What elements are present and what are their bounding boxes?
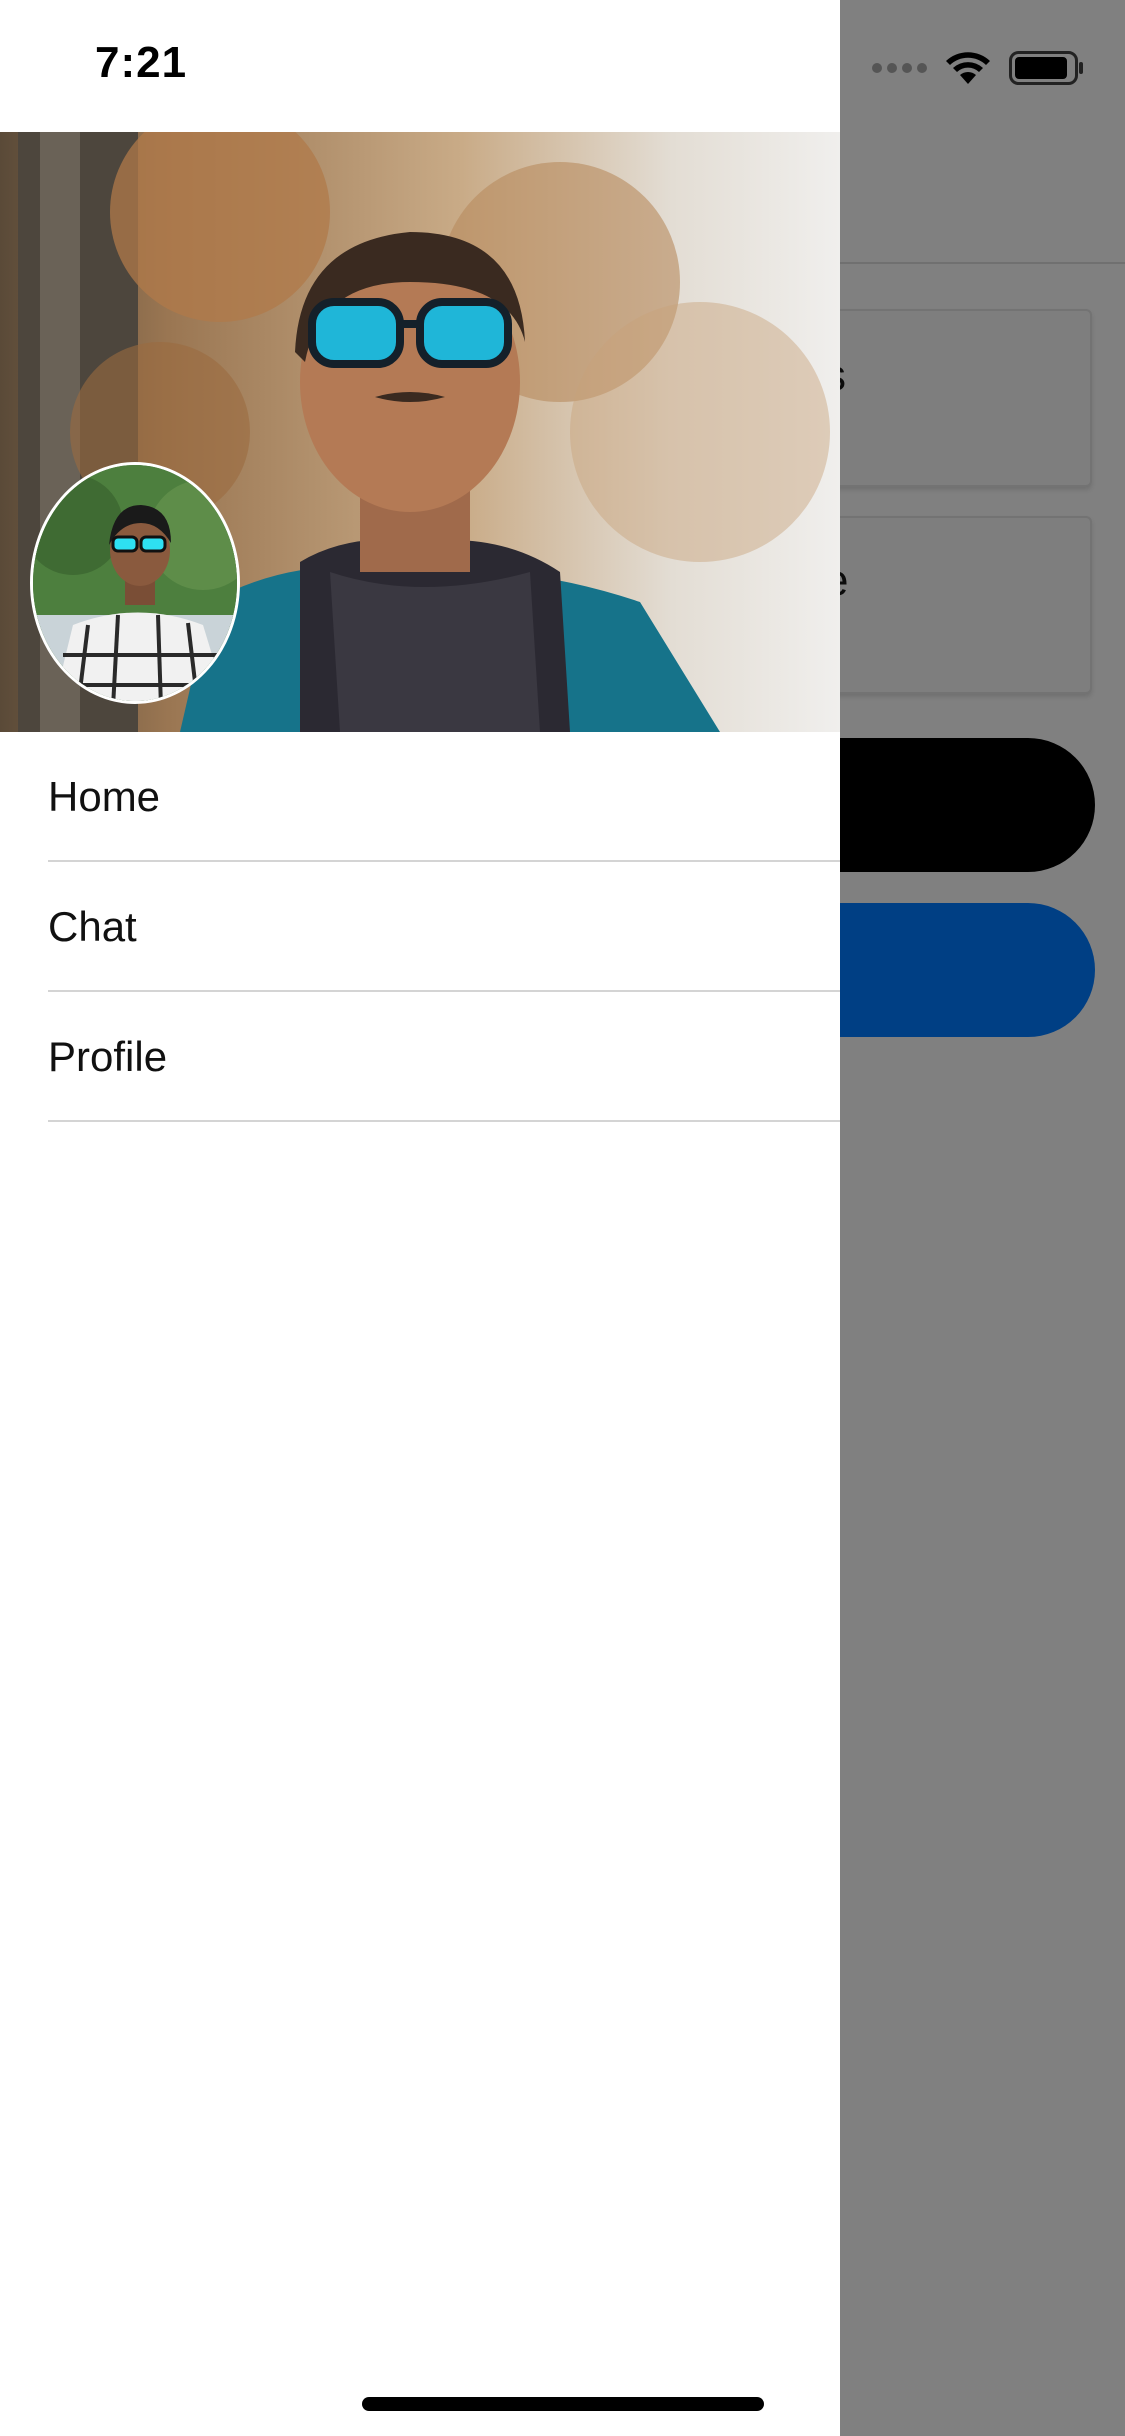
- menu-item-label: Home: [48, 773, 161, 820]
- menu-item-profile[interactable]: Profile: [48, 992, 840, 1122]
- screen: s e 7:21: [0, 0, 1125, 2436]
- navigation-drawer: 7:21 Home Chat Profile: [0, 0, 840, 2436]
- status-time: 7:21: [95, 38, 188, 87]
- home-indicator[interactable]: [362, 2397, 764, 2411]
- status-icons: [872, 48, 1085, 88]
- menu-item-chat[interactable]: Chat: [48, 862, 840, 992]
- avatar-illustration: [33, 465, 237, 701]
- menu-item-label: Profile: [48, 1033, 168, 1080]
- profile-avatar[interactable]: [30, 462, 240, 704]
- drawer-menu: Home Chat Profile: [0, 732, 840, 1122]
- wifi-icon: [946, 52, 990, 84]
- signal-dots-icon: [872, 63, 927, 73]
- menu-item-label: Chat: [48, 903, 137, 950]
- menu-item-home[interactable]: Home: [48, 732, 840, 862]
- battery-icon: [1009, 51, 1083, 85]
